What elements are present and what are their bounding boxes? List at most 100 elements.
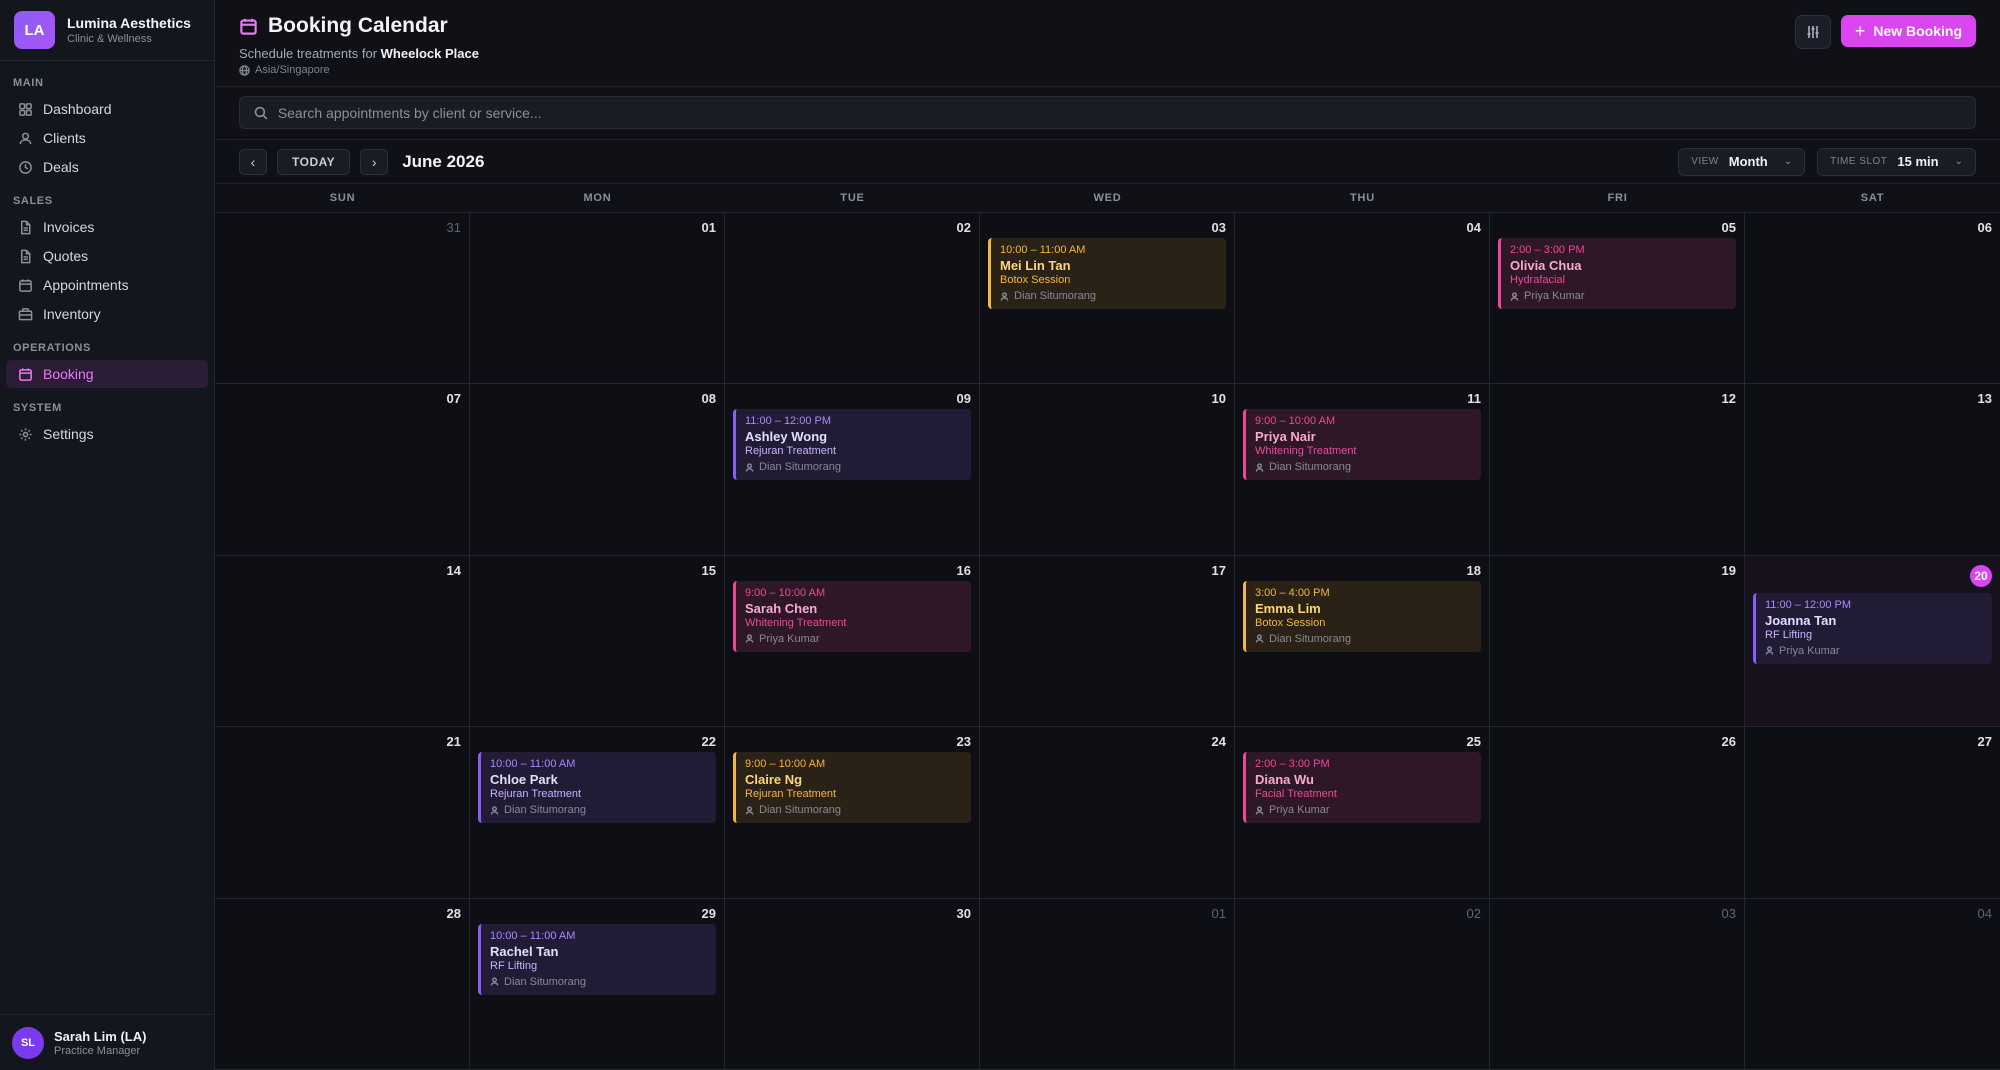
page-title: Booking Calendar bbox=[268, 14, 448, 37]
day-cell[interactable]: 24 bbox=[980, 727, 1235, 899]
appointment-service: RF Lifting bbox=[490, 959, 538, 972]
day-cell[interactable]: 02 bbox=[725, 213, 980, 385]
sidebar-item-dashboard[interactable]: Dashboard bbox=[6, 95, 208, 123]
brand[interactable]: LA Lumina Aesthetics Clinic & Wellness bbox=[0, 0, 214, 61]
day-cell[interactable]: 26 bbox=[1490, 727, 1745, 899]
search-input[interactable] bbox=[277, 104, 1961, 121]
appointment-card[interactable]: 2:00 – 3:00 PM Olivia Chua Hydrafacial Priy… bbox=[1498, 238, 1736, 309]
sidebar-item-quotes[interactable]: Quotes bbox=[6, 242, 208, 270]
appointment-client: Mei Lin Tan bbox=[1000, 258, 1071, 273]
appointment-client: Chloe Park bbox=[490, 772, 558, 788]
day-cell[interactable]: 07 bbox=[215, 384, 470, 556]
appointment-card[interactable]: 9:00 – 10:00 AM Claire Ng Rejuran Treatmen… bbox=[733, 752, 971, 824]
day-cell[interactable]: 14 bbox=[215, 555, 470, 728]
day-cell[interactable]: 10 bbox=[980, 384, 1235, 556]
appointment-card[interactable]: 2:00 – 3:00 PM Diana Wu Facial Treatment Pr… bbox=[1243, 752, 1481, 824]
appointment-service: Whitening Treatment bbox=[1255, 445, 1357, 458]
search-box[interactable] bbox=[239, 96, 1976, 129]
day-cell[interactable]: 31 bbox=[215, 213, 470, 385]
nav-section-sales: SALES Invoices Quotes Appointments Inventory bbox=[0, 195, 214, 328]
day-cell[interactable]: 30 bbox=[725, 898, 980, 1070]
sidebar-item-label: Dashboard bbox=[43, 101, 112, 117]
day-cell[interactable]: 12 bbox=[1490, 384, 1745, 556]
day-cell[interactable]: 28 bbox=[215, 898, 470, 1070]
day-number: 27 bbox=[1977, 734, 1992, 750]
appointment-card[interactable]: 11:00 – 12:00 PM Joanna Tan RF Lifting Priy… bbox=[1753, 592, 1992, 664]
person-icon bbox=[1765, 646, 1774, 655]
day-cell[interactable]: 06 bbox=[1745, 213, 2000, 385]
appointment-service: Rejuran Treatment bbox=[745, 788, 837, 801]
day-number: 01 bbox=[701, 220, 716, 235]
appointment-card[interactable]: 10:00 – 11:00 AM Rachel Tan RF Lifting Dian… bbox=[478, 923, 716, 995]
timezone: Asia/Singapore bbox=[239, 64, 479, 76]
staff-name: Priya Kumar bbox=[759, 632, 820, 645]
day-cell[interactable]: 03 10:00 – 11:00 AM Mei Lin Tan Botox Sessi… bbox=[980, 213, 1235, 385]
appointment-card[interactable]: 11:00 – 12:00 PM Ashley Wong Rejuran Treat… bbox=[733, 409, 971, 481]
day-cell[interactable]: 18 3:00 – 4:00 PM Emma Lim Botox Session Dia… bbox=[1235, 555, 1490, 728]
day-cell[interactable]: 22 10:00 – 11:00 AM Chloe Park Rejuran Trea… bbox=[470, 727, 725, 899]
time-slot-select[interactable]: TIME SLOT 15 min ⌄ bbox=[1817, 147, 1976, 176]
staff-name: Dian Situmorang bbox=[1269, 461, 1351, 474]
time-slot-label: TIME SLOT bbox=[1830, 156, 1888, 167]
day-cell[interactable]: 05 2:00 – 3:00 PM Olivia Chua Hydrafacial Pr… bbox=[1490, 213, 1745, 385]
chevron-down-icon: ⌄ bbox=[1954, 156, 1963, 167]
day-cell[interactable]: 02 bbox=[1235, 898, 1490, 1070]
appointment-card[interactable]: 9:00 – 10:00 AM Sarah Chen Whitening Treat… bbox=[733, 580, 971, 652]
weekday-tue: TUE bbox=[840, 192, 865, 204]
appointment-card[interactable]: 10:00 – 11:00 AM Chloe Park Rejuran Treatm… bbox=[478, 752, 716, 824]
day-cell[interactable]: 04 bbox=[1235, 213, 1490, 385]
appointment-card[interactable]: 10:00 – 11:00 AM Mei Lin Tan Botox Session… bbox=[988, 238, 1226, 309]
day-cell[interactable]: 03 bbox=[1490, 898, 1745, 1070]
user-profile[interactable]: SL Sarah Lim (LA) Practice Manager bbox=[0, 1014, 214, 1070]
brand-subtitle: Clinic & Wellness bbox=[67, 33, 152, 45]
day-cell[interactable]: 01 bbox=[980, 898, 1235, 1070]
day-cell[interactable]: 08 bbox=[470, 384, 725, 556]
appointment-time: 9:00 – 10:00 AM bbox=[1255, 415, 1336, 428]
weekday-header: SUN MON TUE WED THU FRI SAT bbox=[215, 184, 2000, 213]
day-cell[interactable]: 17 bbox=[980, 555, 1235, 728]
sidebar-item-appointments[interactable]: Appointments bbox=[6, 271, 208, 299]
sidebar-item-clients[interactable]: Clients bbox=[6, 124, 208, 152]
day-cell-today[interactable]: 20 11:00 – 12:00 PM Joanna Tan RF Lifting Pr… bbox=[1745, 555, 2000, 728]
day-cell[interactable]: 19 bbox=[1490, 555, 1745, 728]
appointment-staff: Dian Situmorang bbox=[490, 976, 707, 988]
nav-section-label: SYSTEM bbox=[13, 402, 62, 414]
appointment-card[interactable]: 3:00 – 4:00 PM Emma Lim Botox Session Dian … bbox=[1243, 580, 1481, 652]
today-button[interactable]: TODAY bbox=[277, 148, 351, 175]
sidebar-item-deals[interactable]: Deals bbox=[6, 153, 208, 181]
day-cell[interactable]: 23 9:00 – 10:00 AM Claire Ng Rejuran Treatm… bbox=[725, 727, 980, 899]
appointment-staff: Priya Kumar bbox=[1765, 645, 1983, 657]
day-number: 04 bbox=[1466, 220, 1481, 235]
day-number: 02 bbox=[1466, 905, 1481, 921]
sidebar-item-label: Clients bbox=[43, 130, 86, 146]
day-cell[interactable]: 11 9:00 – 10:00 AM Priya Nair Whitening Tre… bbox=[1235, 384, 1490, 556]
day-cell[interactable]: 27 bbox=[1745, 727, 2000, 899]
staff-name: Dian Situmorang bbox=[504, 975, 586, 988]
day-cell[interactable]: 04 bbox=[1745, 898, 2000, 1070]
day-number: 06 bbox=[1977, 220, 1992, 235]
prev-month-button[interactable]: ‹ bbox=[239, 148, 267, 175]
avatar: SL bbox=[12, 1026, 44, 1059]
new-booking-button[interactable]: + New Booking bbox=[1840, 15, 1976, 47]
day-cell[interactable]: 21 bbox=[215, 727, 470, 899]
day-cell[interactable]: 15 bbox=[470, 555, 725, 728]
sidebar-item-label: Invoices bbox=[43, 219, 95, 235]
sidebar-item-settings[interactable]: Settings bbox=[6, 420, 208, 448]
sidebar-item-invoices[interactable]: Invoices bbox=[6, 213, 208, 241]
appointment-card[interactable]: 9:00 – 10:00 AM Priya Nair Whitening Treat… bbox=[1243, 409, 1481, 481]
sidebar-item-inventory[interactable]: Inventory bbox=[6, 300, 208, 328]
weekday-fri: FRI bbox=[1607, 192, 1628, 204]
calendar-icon bbox=[19, 367, 32, 381]
next-month-button[interactable]: › bbox=[360, 148, 389, 175]
sidebar-item-booking[interactable]: Booking bbox=[6, 360, 208, 388]
filter-settings-button[interactable] bbox=[1794, 15, 1831, 49]
day-number: 22 bbox=[701, 734, 716, 750]
day-cell[interactable]: 16 9:00 – 10:00 AM Sarah Chen Whitening Tre… bbox=[725, 555, 980, 728]
day-cell[interactable]: 01 bbox=[470, 213, 725, 385]
day-cell[interactable]: 09 11:00 – 12:00 PM Ashley Wong Rejuran Tre… bbox=[725, 384, 980, 556]
view-select-label: VIEW bbox=[1691, 156, 1719, 167]
day-cell[interactable]: 25 2:00 – 3:00 PM Diana Wu Facial Treatment… bbox=[1235, 727, 1490, 899]
day-cell[interactable]: 13 bbox=[1745, 384, 2000, 556]
view-select[interactable]: VIEW Month ⌄ bbox=[1678, 147, 1806, 176]
day-cell[interactable]: 29 10:00 – 11:00 AM Rachel Tan RF Lifting Di… bbox=[470, 898, 725, 1070]
